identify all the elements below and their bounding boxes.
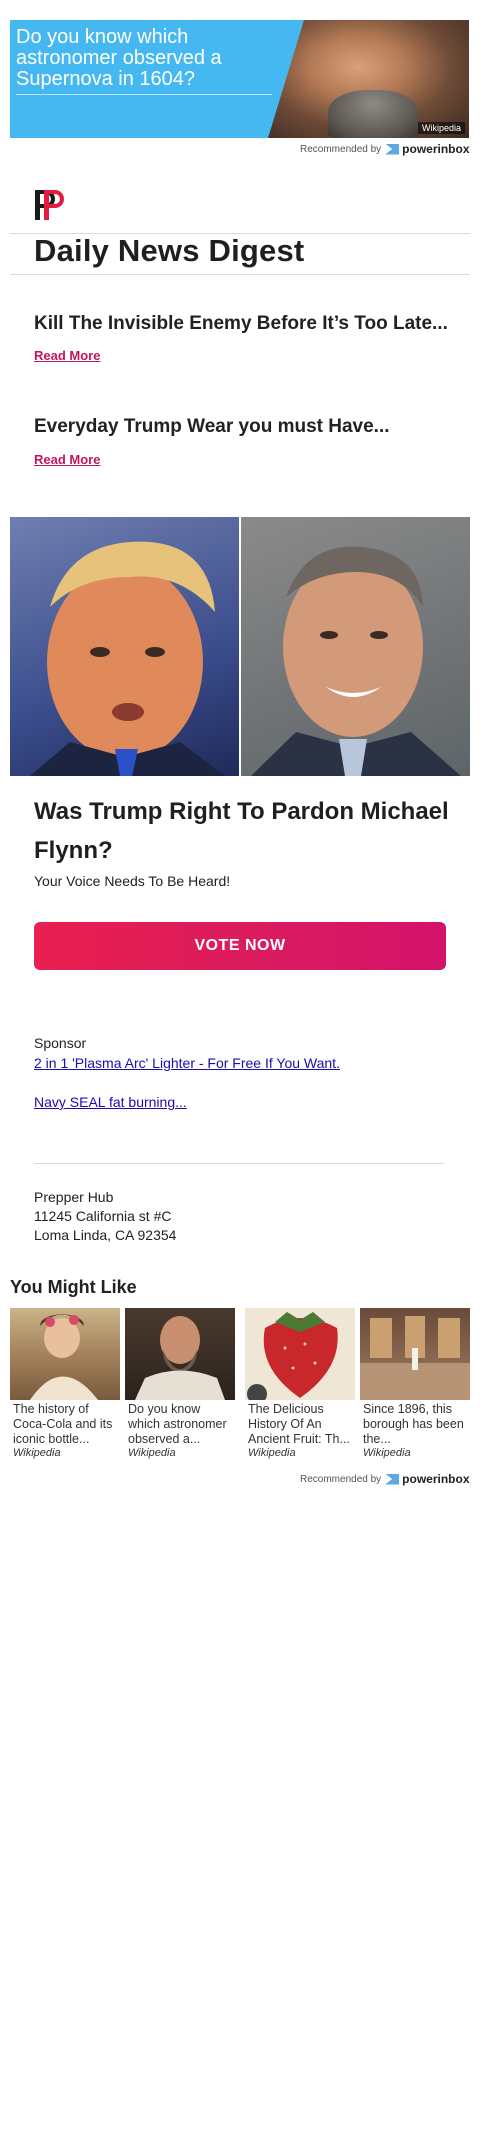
newsletter-title: Daily News Digest: [34, 233, 305, 268]
strawberry-thumbnail: [245, 1308, 355, 1404]
recommendation-card-3[interactable]: The Delicious History Of An Ancient Frui…: [245, 1308, 355, 1459]
ad-headline[interactable]: Do you know which astronomer observed a …: [16, 27, 256, 90]
strawberry-illustration: [247, 1312, 338, 1404]
hero-image[interactable]: [10, 517, 470, 776]
vote-now-button[interactable]: VOTE NOW: [34, 922, 446, 970]
astronomer-thumbnail: [125, 1308, 235, 1400]
recommended-by-bottom[interactable]: Recommended by powerinbox: [300, 1472, 470, 1486]
card-caption-4: Since 1896, this borough has been the...: [363, 1402, 464, 1446]
trump-portrait-illustration: [30, 541, 225, 776]
article-headline-1[interactable]: Kill The Invisible Enemy Before It’s Too…: [34, 313, 448, 335]
flynn-photo: [241, 517, 470, 776]
address-line-1: Prepper Hub: [34, 1189, 114, 1205]
powerinbox-logo[interactable]: powerinbox: [385, 142, 470, 156]
powerinbox-brand-bottom: powerinbox: [402, 1472, 470, 1486]
title-bottom-divider: [10, 274, 470, 275]
address-line-3: Loma Linda, CA 92354: [34, 1227, 177, 1243]
coca-cola-illustration: [30, 1314, 98, 1400]
card-caption-3: The Delicious History Of An Ancient Frui…: [248, 1402, 350, 1446]
card-caption-1: The history of Coca-Cola and its iconic …: [13, 1402, 113, 1446]
top-ad-banner[interactable]: Do you know which astronomer observed a …: [10, 20, 469, 138]
borough-thumbnail: [360, 1308, 470, 1400]
card-source-4: Wikipedia: [363, 1447, 411, 1459]
powerinbox-icon-bottom: [385, 1473, 400, 1485]
powerinbox-icon: [385, 143, 400, 155]
card-caption-2: Do you know which astronomer observed a.…: [128, 1402, 227, 1446]
logo-p-red-icon: [44, 190, 64, 220]
trump-photo: [10, 517, 239, 776]
read-more-link-2[interactable]: Read More: [34, 452, 100, 467]
astronomer-illustration: [135, 1316, 225, 1400]
recommendation-card-1[interactable]: The history of Coca-Cola and its iconic …: [10, 1308, 120, 1459]
sponsor-label: Sponsor: [34, 1035, 87, 1051]
sponsor-link-1[interactable]: 2 in 1 'Plasma Arc' Lighter - For Free I…: [34, 1055, 340, 1071]
recommendation-card-2[interactable]: Do you know which astronomer observed a.…: [125, 1308, 235, 1459]
read-more-link-1[interactable]: Read More: [34, 348, 100, 363]
borough-illustration: [360, 1316, 470, 1400]
poll-subtitle: Your Voice Needs To Be Heard!: [34, 873, 231, 889]
address-divider: [34, 1163, 444, 1164]
recommended-by-label-bottom: Recommended by: [300, 1473, 382, 1485]
ad-source-tag: Wikipedia: [417, 122, 465, 134]
portrait-beard: [328, 90, 418, 138]
poll-question: Was Trump Right To Pardon Michael Flynn?: [34, 798, 449, 864]
coca-cola-thumbnail: [10, 1308, 120, 1400]
recommended-by-top[interactable]: Recommended by powerinbox: [300, 142, 470, 156]
address-line-2: 11245 California st #C: [34, 1208, 172, 1224]
powerinbox-logo-bottom[interactable]: powerinbox: [385, 1472, 470, 1486]
ad-divider: [16, 94, 272, 95]
astronomer-portrait[interactable]: [268, 20, 469, 138]
prepper-hub-logo: [34, 189, 68, 221]
address-block: Prepper Hub 11245 California st #C Loma …: [34, 1188, 176, 1245]
article-headline-2[interactable]: Everyday Trump Wear you must Have...: [34, 416, 390, 438]
flynn-portrait-illustration: [251, 546, 461, 776]
powerinbox-brand: powerinbox: [402, 142, 470, 156]
card-source-2: Wikipedia: [128, 1447, 176, 1459]
you-might-like-title: You Might Like: [10, 1277, 137, 1297]
recommended-by-label: Recommended by: [300, 143, 382, 155]
card-source-3: Wikipedia: [248, 1447, 296, 1459]
recommendation-card-4[interactable]: Since 1896, this borough has been the...…: [360, 1308, 470, 1459]
card-source-1: Wikipedia: [13, 1447, 61, 1459]
sponsor-link-2[interactable]: Navy SEAL fat burning...: [34, 1094, 187, 1110]
